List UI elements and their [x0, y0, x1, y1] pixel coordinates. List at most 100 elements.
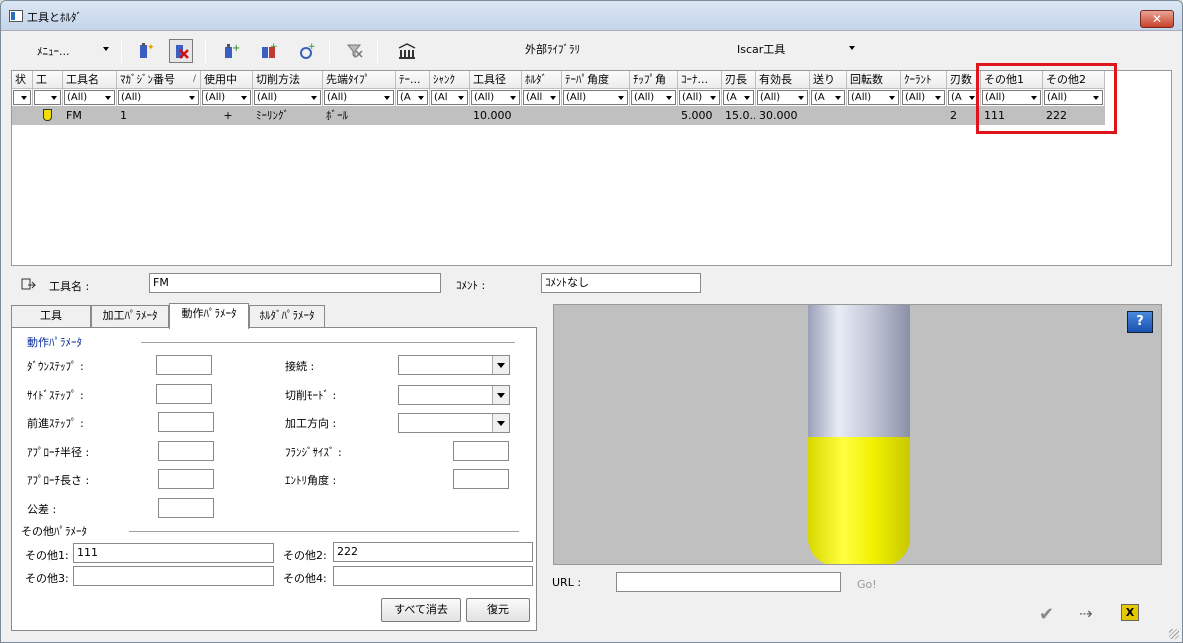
- url-input[interactable]: [616, 572, 841, 592]
- tab-holder-parameters[interactable]: ﾎﾙﾀﾞﾊﾟﾗﾒｰﾀ: [249, 305, 325, 327]
- filter-dropdown[interactable]: [13, 90, 31, 105]
- column-header[interactable]: 使用中: [201, 71, 253, 89]
- column-header[interactable]: 刃長: [722, 71, 756, 89]
- filter-dropdown[interactable]: (All): [757, 90, 808, 105]
- tool-name-input[interactable]: FM: [149, 273, 441, 293]
- table-cell[interactable]: [810, 107, 847, 125]
- chevron-down-icon[interactable]: [103, 47, 109, 51]
- side-step-input[interactable]: [156, 384, 212, 404]
- external-library-label[interactable]: 外部ﾗｲﾌﾞﾗﾘ: [525, 41, 580, 57]
- table-cell[interactable]: FM: [63, 107, 117, 125]
- restore-button[interactable]: 復元: [466, 598, 530, 622]
- filter-dropdown[interactable]: [34, 90, 61, 105]
- filter-dropdown[interactable]: (All: [523, 90, 560, 105]
- table-row[interactable]: FM1+ﾐｰﾘﾝｸﾞﾎﾞｰﾙ10.0005.00015.0...30.00021…: [12, 107, 1105, 125]
- column-header[interactable]: 工具径: [470, 71, 522, 89]
- filter-dropdown[interactable]: (All): [563, 90, 628, 105]
- column-header[interactable]: 工具名: [63, 71, 117, 89]
- chevron-down-icon[interactable]: [849, 46, 855, 50]
- approach-length-input[interactable]: [158, 469, 214, 489]
- tool-assembly-icon[interactable]: +: [257, 39, 281, 63]
- tool-settings-icon[interactable]: +: [295, 39, 319, 63]
- other3-input[interactable]: [73, 566, 274, 586]
- ok-check-icon[interactable]: ✔: [1039, 604, 1054, 625]
- tab-cutting-parameters[interactable]: 加工ﾊﾟﾗﾒｰﾀ: [91, 305, 169, 327]
- table-cell[interactable]: [847, 107, 901, 125]
- filter-dropdown[interactable]: (All): [254, 90, 321, 105]
- column-header[interactable]: 先端ﾀｲﾌﾟ: [323, 71, 396, 89]
- table-cell[interactable]: [901, 107, 947, 125]
- clear-filter-icon[interactable]: [343, 39, 367, 63]
- close-button[interactable]: ✕: [1140, 10, 1174, 28]
- tab-tool[interactable]: 工具: [11, 305, 91, 327]
- direction-select[interactable]: [398, 413, 510, 433]
- title-bar[interactable]: 工具とﾎﾙﾀﾞ ✕: [1, 1, 1182, 31]
- filter-dropdown[interactable]: (All): [679, 90, 720, 105]
- filter-dropdown[interactable]: (A: [397, 90, 428, 105]
- forward-step-input[interactable]: [158, 412, 214, 432]
- column-header[interactable]: 切削方法: [253, 71, 323, 89]
- other1-input[interactable]: 111: [73, 543, 274, 563]
- table-cell[interactable]: [562, 107, 630, 125]
- column-header[interactable]: ﾎﾙﾀﾞ: [522, 71, 562, 89]
- column-header[interactable]: 工: [33, 71, 63, 89]
- column-header[interactable]: ﾁｯﾌﾟ角: [630, 71, 678, 89]
- column-header[interactable]: 有効長: [756, 71, 810, 89]
- down-step-input[interactable]: [156, 355, 212, 375]
- column-header[interactable]: ﾃｰﾊﾟ角度: [562, 71, 630, 89]
- entry-angle-input[interactable]: [453, 469, 509, 489]
- add-holder-icon[interactable]: +: [219, 39, 243, 63]
- approach-radius-input[interactable]: [158, 441, 214, 461]
- table-cell[interactable]: 5.000: [678, 107, 722, 125]
- table-cell[interactable]: [12, 107, 33, 125]
- other4-input[interactable]: [333, 566, 533, 586]
- library-select[interactable]: Iscar工具: [737, 41, 785, 57]
- filter-dropdown[interactable]: (All): [202, 90, 251, 105]
- table-cell[interactable]: ﾎﾞｰﾙ: [323, 107, 396, 125]
- filter-dropdown[interactable]: (All): [64, 90, 115, 105]
- flange-size-input[interactable]: [453, 441, 509, 461]
- table-cell[interactable]: 15.0...: [722, 107, 756, 125]
- column-header[interactable]: ｺｰﾅ...: [678, 71, 722, 89]
- library-icon[interactable]: [395, 39, 419, 63]
- filter-dropdown[interactable]: (All): [848, 90, 899, 105]
- table-cell[interactable]: [396, 107, 430, 125]
- table-cell[interactable]: ﾐｰﾘﾝｸﾞ: [253, 107, 323, 125]
- apply-arrow-icon[interactable]: ⇢: [1079, 604, 1092, 623]
- column-header[interactable]: 状: [12, 71, 33, 89]
- column-header[interactable]: ﾏｶﾞｼﾞﾝ番号 /: [117, 71, 201, 89]
- table-cell[interactable]: 10.000: [470, 107, 522, 125]
- filter-dropdown[interactable]: (All): [471, 90, 520, 105]
- filter-dropdown[interactable]: (A: [948, 90, 979, 105]
- connection-select[interactable]: [398, 355, 510, 375]
- filter-dropdown[interactable]: (A: [723, 90, 754, 105]
- resize-grip[interactable]: [1169, 629, 1179, 639]
- table-cell[interactable]: 1: [117, 107, 201, 125]
- clear-all-button[interactable]: すべて消去: [381, 598, 461, 622]
- table-cell[interactable]: +: [201, 107, 253, 125]
- column-header[interactable]: ｸｰﾗﾝﾄ: [901, 71, 947, 89]
- filter-dropdown[interactable]: (Al: [431, 90, 468, 105]
- cut-mode-select[interactable]: [398, 385, 510, 405]
- table-cell[interactable]: [33, 107, 63, 125]
- column-header[interactable]: ﾃｰ...: [396, 71, 430, 89]
- tab-motion-parameters[interactable]: 動作ﾊﾟﾗﾒｰﾀ: [169, 303, 249, 329]
- exit-icon[interactable]: X: [1121, 604, 1139, 621]
- table-cell[interactable]: [430, 107, 470, 125]
- filter-dropdown[interactable]: (All): [902, 90, 945, 105]
- column-header[interactable]: 送り: [810, 71, 847, 89]
- column-header[interactable]: ｼｬﾝｸ: [430, 71, 470, 89]
- help-icon[interactable]: ?: [1127, 311, 1153, 333]
- filter-dropdown[interactable]: (A: [811, 90, 845, 105]
- new-tool-icon[interactable]: ✦: [133, 39, 157, 63]
- table-cell[interactable]: [630, 107, 678, 125]
- menu-button[interactable]: ﾒﾆｭｰ...: [37, 43, 70, 59]
- filter-dropdown[interactable]: (All): [118, 90, 199, 105]
- column-header[interactable]: 回転数: [847, 71, 901, 89]
- filter-dropdown[interactable]: (All): [324, 90, 394, 105]
- tolerance-input[interactable]: [158, 498, 214, 518]
- filter-dropdown[interactable]: (All): [631, 90, 676, 105]
- comment-input[interactable]: ｺﾒﾝﾄなし: [541, 273, 701, 293]
- go-link[interactable]: Go!: [857, 578, 877, 591]
- other2-input[interactable]: 222: [333, 542, 533, 562]
